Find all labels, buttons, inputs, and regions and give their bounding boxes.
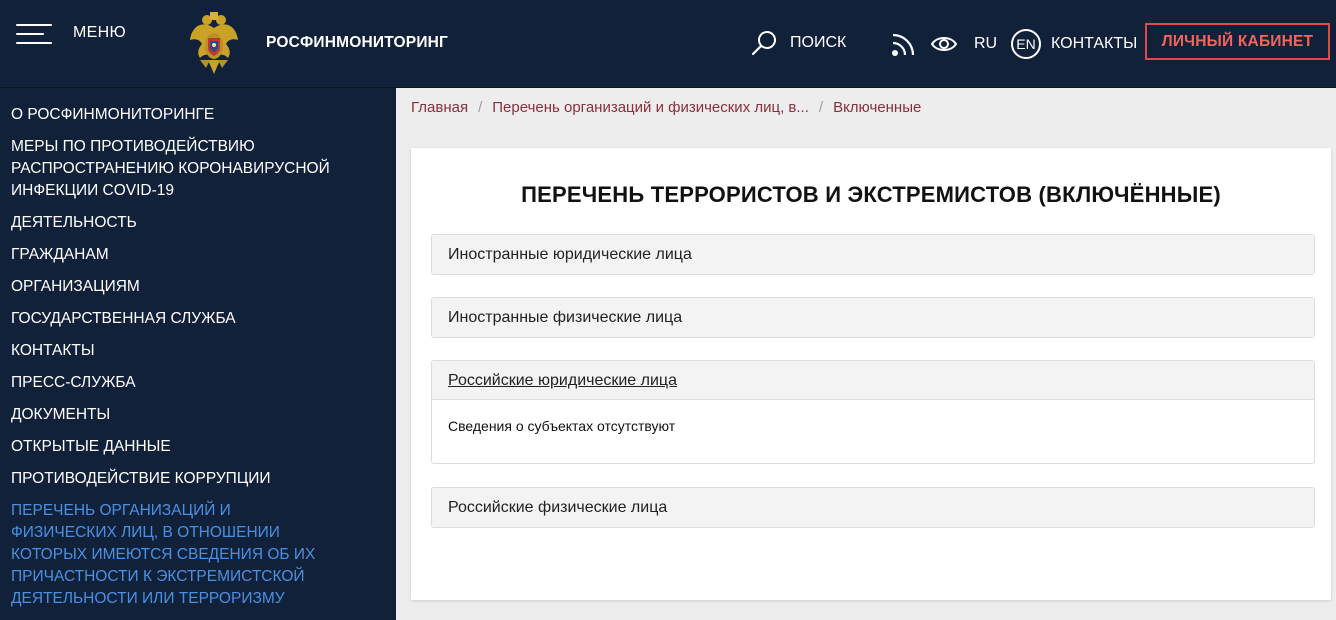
search-button[interactable]: ПОИСК bbox=[750, 30, 846, 56]
accordion-header[interactable]: Иностранные физические лица bbox=[432, 298, 1314, 337]
accordion-header[interactable]: Российские юридические лица bbox=[432, 361, 1314, 400]
sidebar-item-about[interactable]: О РОСФИНМОНИТОРИНГЕ bbox=[0, 104, 396, 136]
search-label: ПОИСК bbox=[790, 34, 847, 51]
sidebar-item-press[interactable]: ПРЕСС-СЛУЖБА bbox=[0, 372, 396, 404]
accordion-russian-individuals: Российские физические лица bbox=[431, 487, 1315, 528]
site-header: МЕНЮ РОСФИНМОНИТОРИНГ ПОИСК RU EN КОНТАК… bbox=[0, 0, 1336, 88]
sidebar-item-open-data[interactable]: ОТКРЫТЫЕ ДАННЫЕ bbox=[0, 436, 396, 468]
sidebar-item-activity[interactable]: ДЕЯТЕЛЬНОСТЬ bbox=[0, 212, 396, 244]
sidebar-item-documents[interactable]: ДОКУМЕНТЫ bbox=[0, 404, 396, 436]
menu-label: МЕНЮ bbox=[73, 24, 126, 41]
sidebar-item-contacts[interactable]: КОНТАКТЫ bbox=[0, 340, 396, 372]
sidebar-item-organizations[interactable]: ОРГАНИЗАЦИЯМ bbox=[0, 276, 396, 308]
menu-button[interactable]: МЕНЮ bbox=[16, 22, 126, 44]
brand-name[interactable]: РОСФИНМОНИТОРИНГ bbox=[266, 34, 448, 52]
accordion-foreign-legal: Иностранные юридические лица bbox=[431, 234, 1315, 275]
sidebar-item-terrorist-list[interactable]: ПЕРЕЧЕНЬ ОРГАНИЗАЦИЙ И ФИЗИЧЕСКИХ ЛИЦ, В… bbox=[0, 500, 396, 620]
breadcrumb-separator: / bbox=[818, 99, 824, 116]
language-ru[interactable]: RU bbox=[974, 35, 997, 53]
breadcrumb-separator: / bbox=[478, 99, 483, 116]
accordion-russian-legal: Российские юридические лица Сведения о с… bbox=[431, 360, 1315, 464]
accordion-header[interactable]: Российские физические лица bbox=[432, 488, 1314, 527]
accordion-body: Сведения о субъектах отсутствуют bbox=[448, 418, 676, 434]
personal-cabinet-button[interactable]: ЛИЧНЫЙ КАБИНЕТ bbox=[1145, 23, 1330, 60]
rss-icon[interactable] bbox=[890, 30, 918, 58]
breadcrumb-home[interactable]: Главная bbox=[411, 99, 468, 116]
accordion-header[interactable]: Иностранные юридические лица bbox=[432, 235, 1314, 274]
accordion-foreign-individuals: Иностранные физические лица bbox=[431, 297, 1315, 338]
sidebar: О РОСФИНМОНИТОРИНГЕ МЕРЫ ПО ПРОТИВОДЕЙСТ… bbox=[0, 88, 396, 620]
emblem-logo[interactable] bbox=[188, 10, 240, 76]
language-en[interactable]: EN bbox=[1011, 29, 1041, 59]
eye-icon[interactable] bbox=[930, 34, 958, 54]
sidebar-nav: О РОСФИНМОНИТОРИНГЕ МЕРЫ ПО ПРОТИВОДЕЙСТ… bbox=[0, 88, 396, 620]
hamburger-icon bbox=[16, 22, 52, 44]
sidebar-item-citizens[interactable]: ГРАЖДАНАМ bbox=[0, 244, 396, 276]
content-card: ПЕРЕЧЕНЬ ТЕРРОРИСТОВ И ЭКСТРЕМИСТОВ (ВКЛ… bbox=[411, 148, 1331, 600]
page-title: ПЕРЕЧЕНЬ ТЕРРОРИСТОВ И ЭКСТРЕМИСТОВ (ВКЛ… bbox=[521, 182, 1221, 207]
contacts-link[interactable]: КОНТАКТЫ bbox=[1051, 35, 1137, 53]
sidebar-item-covid[interactable]: МЕРЫ ПО ПРОТИВОДЕЙСТВИЮ РАСПРОСТРАНЕНИЮ … bbox=[0, 136, 396, 212]
search-icon bbox=[751, 31, 776, 56]
breadcrumb: Главная / Перечень организаций и физичес… bbox=[411, 99, 921, 116]
breadcrumb-parent[interactable]: Перечень организаций и физических лиц, в… bbox=[492, 99, 809, 116]
breadcrumb-current[interactable]: Включенные bbox=[833, 99, 921, 116]
sidebar-item-anticorruption[interactable]: ПРОТИВОДЕЙСТВИЕ КОРРУПЦИИ bbox=[0, 468, 396, 500]
sidebar-item-civil-service[interactable]: ГОСУДАРСТВЕННАЯ СЛУЖБА bbox=[0, 308, 396, 340]
